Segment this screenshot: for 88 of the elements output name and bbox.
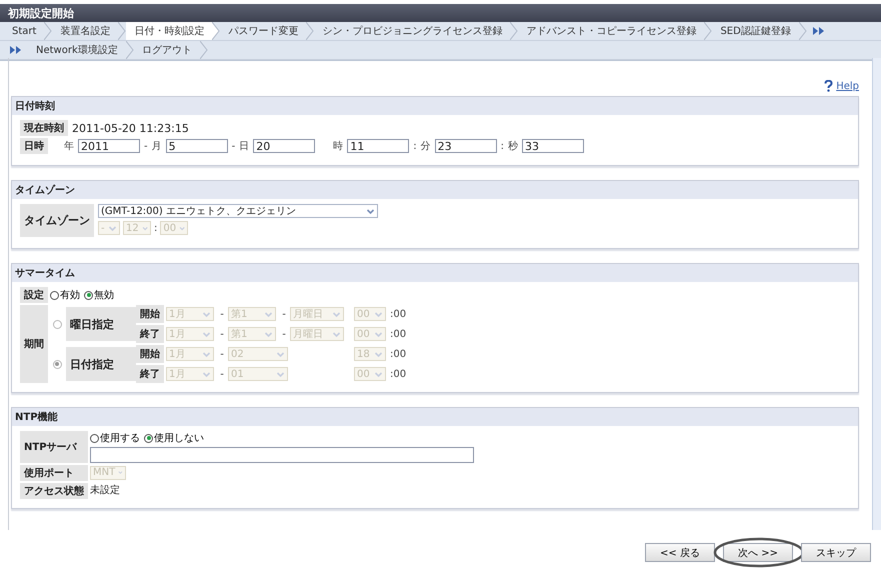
separator: : bbox=[154, 222, 158, 234]
double-arrow-icon[interactable] bbox=[812, 27, 825, 35]
field-label: NTPサーバ bbox=[20, 431, 88, 463]
field-label: 期間 bbox=[20, 305, 48, 383]
separator: - bbox=[219, 368, 225, 380]
section-header: NTP機能 bbox=[12, 408, 858, 426]
input-field[interactable]: 11 bbox=[347, 139, 410, 153]
radio-option[interactable]: 無効 bbox=[84, 288, 114, 302]
separator: - bbox=[219, 328, 225, 340]
access-status: 未設定 bbox=[90, 484, 121, 498]
field-label: 使用ポート bbox=[20, 465, 88, 481]
nav-button[interactable]: スキップ bbox=[801, 543, 871, 562]
caret-icon bbox=[374, 330, 383, 338]
caret-icon bbox=[366, 206, 375, 216]
current-time: 2011-05-20 11:23:15 bbox=[72, 122, 189, 134]
window-title: 初期設定開始 bbox=[0, 4, 881, 22]
unit-label: 分 bbox=[420, 140, 431, 153]
separator: - bbox=[232, 140, 236, 152]
help-icon bbox=[824, 80, 834, 92]
separator: - bbox=[219, 348, 225, 360]
field-label: 開始 bbox=[136, 305, 164, 323]
field-label: タイムゾーン bbox=[20, 204, 94, 237]
wizard-step-tab[interactable]: アドバンスト・コピーライセンス登録 bbox=[518, 22, 704, 40]
radio-option[interactable]: 有効 bbox=[50, 288, 80, 302]
caret-icon bbox=[108, 224, 117, 232]
caret-icon bbox=[202, 370, 211, 378]
wizard-step-tab[interactable]: Start bbox=[4, 22, 44, 40]
double-arrow-icon[interactable] bbox=[10, 46, 22, 54]
field-label: 開始 bbox=[136, 345, 164, 363]
wizard-step-tab[interactable]: 装置名設定 bbox=[52, 22, 118, 40]
minute-label: :00 bbox=[389, 368, 406, 380]
wizard-step-tab[interactable]: パスワード変更 bbox=[220, 22, 306, 40]
caret-icon bbox=[202, 310, 211, 318]
radio-option[interactable]: 使用しない bbox=[144, 431, 204, 445]
separator: - bbox=[219, 308, 225, 320]
input-field[interactable] bbox=[90, 447, 474, 463]
field-label: 日付指定 bbox=[66, 347, 136, 381]
separator: : bbox=[413, 140, 417, 152]
wizard-step-tab[interactable]: SED認証鍵登録 bbox=[712, 22, 799, 40]
radio-option[interactable] bbox=[52, 360, 62, 368]
caret-icon bbox=[264, 310, 273, 318]
field-label: 終了 bbox=[136, 325, 164, 343]
caret-icon bbox=[332, 330, 341, 338]
radio-option[interactable] bbox=[52, 320, 62, 328]
field-label: 終了 bbox=[136, 365, 164, 383]
help-link[interactable]: Help bbox=[836, 80, 859, 92]
unit-label: 秒 bbox=[508, 140, 518, 153]
wizard-step-tab[interactable]: シン・プロビジョニングライセンス登録 bbox=[314, 22, 510, 40]
unit-label: 年 bbox=[64, 140, 74, 153]
minute-label: :00 bbox=[389, 328, 406, 340]
caret-icon bbox=[374, 350, 383, 358]
minute-label: :00 bbox=[389, 348, 406, 360]
field-label: 設定 bbox=[20, 287, 48, 303]
input-field[interactable]: 23 bbox=[434, 139, 497, 153]
radio-option[interactable]: 使用する bbox=[90, 431, 140, 445]
separator: - bbox=[281, 328, 287, 340]
input-field[interactable]: 5 bbox=[166, 139, 228, 153]
field-label: 日時 bbox=[20, 138, 48, 154]
unit-label: 日 bbox=[239, 140, 250, 153]
input-field[interactable]: 33 bbox=[522, 139, 584, 153]
nav-button[interactable]: << 戻る bbox=[645, 543, 715, 562]
field-label: 曜日指定 bbox=[66, 307, 136, 341]
field-label: 現在時刻 bbox=[20, 120, 68, 136]
field-label: アクセス状態 bbox=[20, 483, 88, 499]
input-field[interactable]: 2011 bbox=[78, 139, 140, 153]
wizard-step-tab[interactable]: ログアウト bbox=[134, 41, 200, 59]
scrollbar[interactable] bbox=[872, 58, 881, 530]
nav-button[interactable]: 次へ >> bbox=[723, 543, 793, 562]
section-header: 日付時刻 bbox=[12, 97, 858, 115]
wizard-step-tab[interactable]: Network環境設定 bbox=[28, 41, 126, 59]
unit-label: 月 bbox=[152, 140, 162, 153]
caret-icon bbox=[264, 330, 273, 338]
separator: : bbox=[500, 140, 504, 152]
caret-icon bbox=[276, 350, 285, 358]
separator: - bbox=[144, 140, 148, 152]
section-header: タイムゾーン bbox=[12, 181, 858, 199]
minute-label: :00 bbox=[389, 308, 406, 320]
unit-label: 時 bbox=[333, 140, 344, 153]
section-header: サマータイム bbox=[12, 264, 858, 282]
dropdown[interactable]: (GMT-12:00) エニウェトク、クエジェリン bbox=[98, 204, 378, 218]
caret-icon bbox=[276, 370, 285, 378]
caret-icon bbox=[374, 310, 383, 318]
caret-icon bbox=[202, 350, 211, 358]
caret-icon bbox=[374, 370, 383, 378]
separator: - bbox=[281, 308, 287, 320]
caret-icon bbox=[202, 330, 211, 338]
caret-icon bbox=[332, 310, 341, 318]
input-field[interactable]: 20 bbox=[253, 139, 316, 153]
